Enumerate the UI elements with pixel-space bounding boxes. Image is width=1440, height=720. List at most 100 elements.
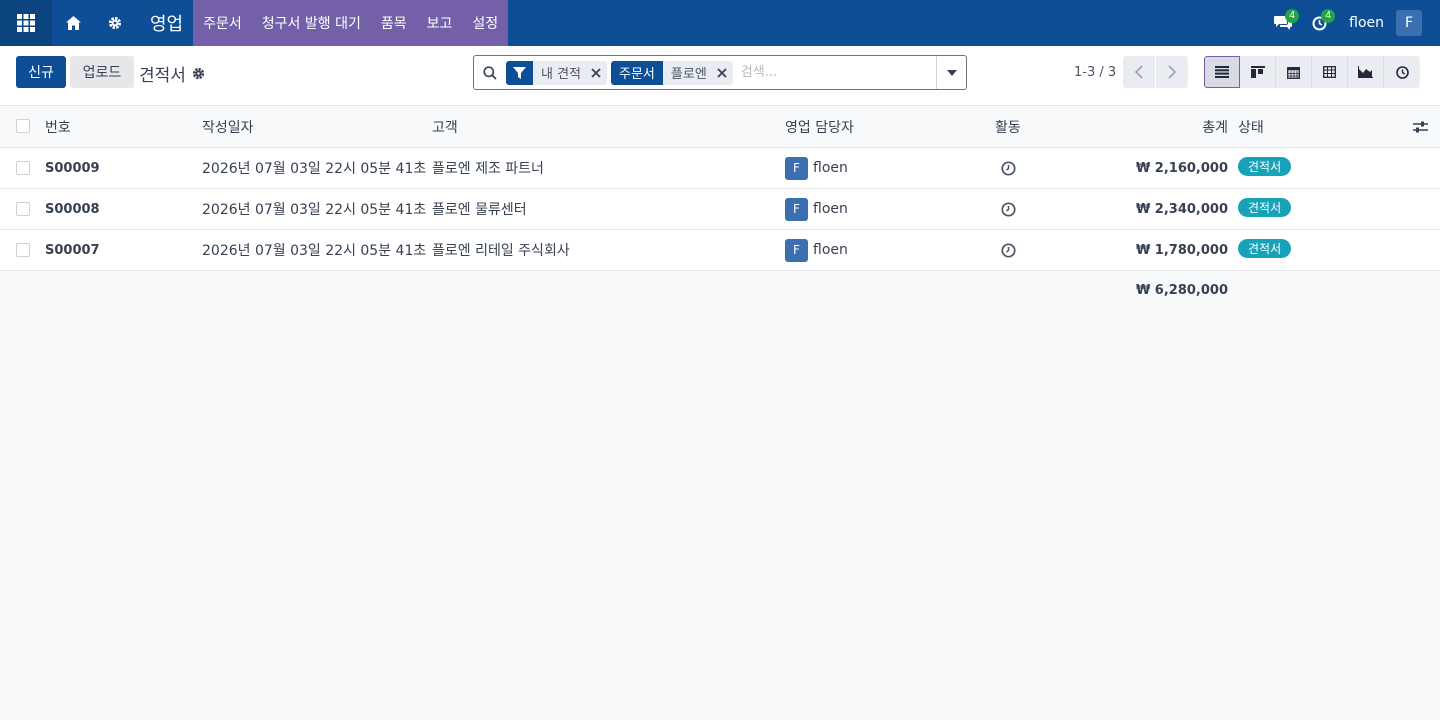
table-row[interactable]: S00007 2026년 07월 03일 22시 05분 41초 플로엔 리테일… — [0, 230, 1440, 271]
app-brand[interactable]: 영업 — [136, 0, 193, 46]
search-facet-filter: 내 견적 — [506, 60, 608, 85]
avatar: F — [785, 156, 808, 180]
filter-icon — [513, 66, 526, 79]
facet-orders-tag: 주문서 — [611, 60, 663, 85]
order-total: ₩ 2,340,000 — [1135, 201, 1228, 217]
list-view-button[interactable] — [1204, 56, 1240, 88]
app-name: 영업 — [150, 14, 184, 35]
order-date: 2026년 07월 03일 22시 05분 41초 — [202, 161, 427, 177]
facet-filter-value: 내 견적 — [533, 60, 608, 85]
messages-button[interactable]: 4 — [1265, 0, 1301, 46]
remove-facet-button[interactable] — [717, 67, 727, 78]
clock-icon — [1000, 201, 1016, 217]
search-facet-orders: 주문서 플로엔 — [611, 60, 733, 85]
order-number: S00007 — [45, 242, 100, 258]
order-number: S00009 — [45, 160, 100, 176]
salesperson-name: floen — [813, 160, 848, 176]
facet-filter-tag — [506, 60, 533, 85]
search-options-toggle[interactable] — [936, 56, 966, 89]
graph-view-button[interactable] — [1348, 56, 1384, 88]
remove-facet-button[interactable] — [591, 67, 601, 78]
home-button[interactable] — [52, 0, 94, 46]
state-cell: 견적서 — [1238, 230, 1292, 270]
top-navbar: 영업 주문서 청구서 발행 대기 품목 보고 설정 4 4 floen F — [0, 0, 1440, 46]
menu-item-products[interactable]: 품목 — [371, 0, 417, 46]
activities-button[interactable]: 4 — [1301, 0, 1337, 46]
order-total: ₩ 2,160,000 — [1135, 160, 1228, 176]
pivot-view-button[interactable] — [1312, 56, 1348, 88]
order-date: 2026년 07월 03일 22시 05분 41초 — [202, 202, 427, 218]
kanban-view-button[interactable] — [1240, 56, 1276, 88]
new-button[interactable]: 신규 — [16, 56, 66, 88]
clock-icon — [1000, 160, 1016, 176]
optional-columns-toggle[interactable] — [1413, 106, 1428, 147]
search-icon — [474, 65, 506, 80]
view-switcher — [1204, 56, 1420, 88]
search-input[interactable] — [736, 58, 936, 87]
salesperson: F floen — [785, 230, 848, 270]
sliders-icon — [1413, 121, 1428, 132]
table-row[interactable]: S00009 2026년 07월 03일 22시 05분 41초 플로엔 제조 … — [0, 148, 1440, 189]
avatar: F — [785, 197, 808, 221]
column-header-date[interactable]: 작성일자 — [202, 106, 254, 147]
column-header-activity[interactable]: 활동 — [995, 106, 1021, 147]
row-checkbox[interactable] — [16, 243, 30, 257]
app-menu: 주문서 청구서 발행 대기 품목 보고 설정 — [193, 0, 509, 46]
grand-total: ₩ 6,280,000 — [1135, 283, 1228, 298]
chevron-right-icon — [1168, 65, 1176, 79]
control-panel: 신규 업로드 견적서 내 견적 주문서 플로엔 검색... 1-3 / 3 — [0, 46, 1440, 106]
user-name[interactable]: floen — [1349, 15, 1384, 31]
status-badge: 견적서 — [1238, 197, 1292, 217]
gear-icon[interactable] — [192, 67, 205, 80]
table-footer: ₩ 6,280,000 — [0, 271, 1440, 311]
select-all-checkbox[interactable] — [16, 119, 30, 133]
customer-name: 플로엔 리테일 주식회사 — [432, 243, 570, 259]
column-header-total[interactable]: 총계 — [1202, 106, 1228, 147]
breadcrumb: 견적서 — [139, 61, 205, 86]
menu-item-reporting[interactable]: 보고 — [417, 0, 463, 46]
table-header: 번호 작성일자 고객 영업 담당자 활동 총계 상태 — [0, 106, 1440, 148]
calendar-icon — [1287, 66, 1300, 79]
facet-orders-label: 플로엔 — [670, 67, 707, 82]
caret-down-icon — [946, 69, 957, 76]
menu-item-configuration[interactable]: 설정 — [462, 0, 508, 46]
gear-icon — [108, 16, 122, 30]
pager-next-button[interactable] — [1156, 56, 1188, 88]
user-avatar[interactable]: F — [1396, 10, 1422, 36]
facet-orders-value: 플로엔 — [662, 60, 733, 85]
customer-name: 플로엔 물류센터 — [432, 202, 527, 218]
activities-badge: 4 — [1321, 9, 1336, 23]
pager-previous-button[interactable] — [1123, 56, 1155, 88]
row-checkbox[interactable] — [16, 161, 30, 175]
facet-filter-label: 내 견적 — [541, 67, 582, 82]
activity-view-button[interactable] — [1384, 56, 1420, 88]
row-checkbox[interactable] — [16, 202, 30, 216]
menu-item-orders[interactable]: 주문서 — [193, 0, 252, 46]
chevron-left-icon — [1135, 65, 1143, 79]
calendar-view-button[interactable] — [1276, 56, 1312, 88]
salesperson-name: floen — [813, 201, 848, 217]
activity-button[interactable] — [995, 189, 1021, 229]
apps-menu-button[interactable] — [0, 0, 52, 46]
page-title: 견적서 — [139, 66, 186, 86]
column-header-state[interactable]: 상태 — [1238, 106, 1264, 147]
table-row[interactable]: S00008 2026년 07월 03일 22시 05분 41초 플로엔 물류센… — [0, 189, 1440, 230]
close-icon — [717, 67, 727, 78]
order-total: ₩ 1,780,000 — [1135, 242, 1228, 258]
menu-item-to-invoice[interactable]: 청구서 발행 대기 — [252, 0, 371, 46]
column-header-customer[interactable]: 고객 — [432, 106, 458, 147]
settings-button[interactable] — [94, 0, 136, 46]
list-icon — [1215, 66, 1229, 78]
activity-button[interactable] — [995, 230, 1021, 270]
pager-value[interactable]: 1-3 / 3 — [1074, 65, 1116, 80]
grid-icon — [17, 14, 35, 32]
upload-button[interactable]: 업로드 — [70, 56, 134, 88]
column-header-number[interactable]: 번호 — [45, 106, 71, 147]
activity-button[interactable] — [995, 148, 1021, 188]
salesperson: F floen — [785, 189, 848, 229]
salesperson: F floen — [785, 148, 848, 188]
home-icon — [65, 16, 81, 30]
clock-icon — [1395, 65, 1409, 79]
close-icon — [591, 67, 601, 78]
column-header-salesperson[interactable]: 영업 담당자 — [785, 106, 854, 147]
